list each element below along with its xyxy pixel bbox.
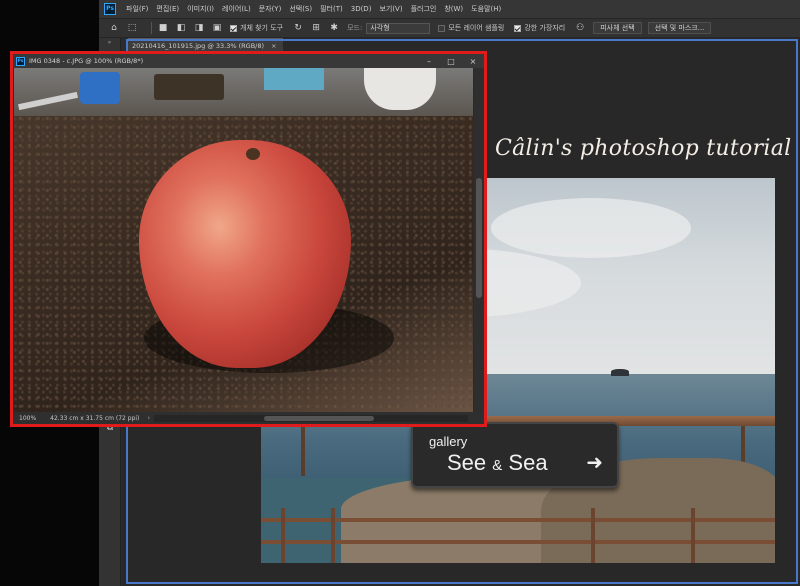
horizontal-scrollbar[interactable] xyxy=(154,414,468,422)
screen: Ps 파일(F) 편집(E) 이미지(I) 레이어(L) 문자(Y) 선택(S)… xyxy=(0,0,800,586)
checkbox-unchecked-icon xyxy=(438,24,446,32)
menu-layer[interactable]: 레이어(L) xyxy=(222,4,251,14)
dark-object xyxy=(154,74,224,100)
object-selection-tool-icon[interactable]: ⬚ xyxy=(127,23,137,33)
apple-stem xyxy=(246,148,260,160)
document-info: 42.33 cm x 31.75 cm (72 ppi) xyxy=(50,414,140,422)
floating-document-window[interactable]: Ps IMG 0348 - c.JPG @ 100% (RGB/8*) – □ … xyxy=(10,51,487,427)
photoshop-logo-icon: Ps xyxy=(104,3,116,15)
new-selection-icon[interactable]: ■ xyxy=(158,23,168,33)
refresh-icon[interactable]: ↻ xyxy=(293,23,303,33)
subject-icon[interactable]: ⚇ xyxy=(575,23,585,33)
fence-post xyxy=(331,508,335,563)
menu-bar: Ps 파일(F) 편집(E) 이미지(I) 레이어(L) 문자(Y) 선택(S)… xyxy=(99,0,800,18)
menu-filter[interactable]: 필터(T) xyxy=(320,4,343,14)
sign-gallery-text: gallery xyxy=(429,434,468,449)
hard-edge-label: 강한 가장자리 xyxy=(524,24,566,32)
tutorial-title: Câlin's photoshop tutorial xyxy=(495,136,792,161)
fence-post xyxy=(281,508,285,563)
menu-window[interactable]: 창(W) xyxy=(444,4,463,14)
document-tab-bar: 20210416_101915.jpg @ 33.3% (RGB/8) × xyxy=(128,38,800,52)
mode-select[interactable]: 사각형 xyxy=(366,22,431,34)
mode-label: 모드: xyxy=(347,24,363,32)
sign-main-text: See & Sea xyxy=(447,450,548,476)
blue-clip xyxy=(80,72,120,104)
object-finder-checkbox[interactable]: 개체 찾기 도구 xyxy=(230,23,283,33)
select-and-mask-button[interactable]: 선택 및 마스크... xyxy=(647,22,712,34)
fence-post xyxy=(691,508,695,563)
menu-image[interactable]: 이미지(I) xyxy=(187,4,214,14)
sample-all-layers-checkbox[interactable]: 모든 레이어 샘플링 xyxy=(438,23,504,33)
menu-type[interactable]: 문자(Y) xyxy=(259,4,282,14)
cyan-box xyxy=(264,68,324,90)
sign-see: See xyxy=(447,450,487,475)
intersect-selection-icon[interactable]: ▣ xyxy=(212,23,222,33)
show-objects-icon[interactable]: ⊞ xyxy=(311,23,321,33)
sign-sea: Sea xyxy=(508,450,548,475)
chevron-right-icon[interactable]: › xyxy=(147,414,150,422)
photoshop-logo-icon: Ps xyxy=(16,56,25,66)
apple xyxy=(139,140,351,368)
fence-rail xyxy=(261,540,775,544)
cloud xyxy=(491,198,691,258)
floating-window-title: IMG 0348 - c.JPG @ 100% (RGB/8*) xyxy=(29,57,144,65)
railing-post xyxy=(301,426,305,476)
checkbox-checked-icon xyxy=(230,24,237,32)
menu-file[interactable]: 파일(F) xyxy=(126,4,148,14)
floating-window-statusbar: 100% 42.33 cm x 31.75 cm (72 ppi) › xyxy=(13,412,484,424)
horizontal-scroll-thumb[interactable] xyxy=(264,415,375,421)
options-bar: ⌂ ⬚ ■ ◧ ◨ ▣ 개체 찾기 도구 ↻ ⊞ ✱ 모드: 사각형 모든 레이… xyxy=(99,18,800,38)
gear-icon[interactable]: ✱ xyxy=(329,23,339,33)
floating-window-titlebar[interactable]: Ps IMG 0348 - c.JPG @ 100% (RGB/8*) – □ … xyxy=(13,54,484,68)
gallery-sign: gallery See & Sea ➜ xyxy=(411,422,619,488)
hard-edge-checkbox[interactable]: 강한 가장자리 xyxy=(514,23,565,33)
apple-photo-canvas[interactable] xyxy=(14,68,473,412)
close-icon[interactable]: × xyxy=(462,57,484,66)
menu-view[interactable]: 보기(V) xyxy=(379,4,402,14)
zoom-level[interactable]: 100% xyxy=(19,415,36,422)
object-finder-label: 개체 찾기 도구 xyxy=(240,24,284,32)
sign-amp: & xyxy=(492,457,503,474)
subtract-selection-icon[interactable]: ◨ xyxy=(194,23,204,33)
menu-plugins[interactable]: 플러그인 xyxy=(411,4,437,14)
checkbox-checked-icon xyxy=(514,24,522,32)
collapse-toolbar-button[interactable]: » xyxy=(99,39,120,46)
home-icon[interactable]: ⌂ xyxy=(109,23,119,33)
close-tab-icon[interactable]: × xyxy=(271,42,276,50)
vertical-scroll-thumb[interactable] xyxy=(476,178,482,298)
fence-post xyxy=(591,508,595,563)
minimize-icon[interactable]: – xyxy=(418,57,440,66)
vertical-scrollbar[interactable] xyxy=(474,68,484,412)
add-to-selection-icon[interactable]: ◧ xyxy=(176,23,186,33)
document-tab[interactable]: 20210416_101915.jpg @ 33.3% (RGB/8) × xyxy=(128,38,283,52)
maximize-icon[interactable]: □ xyxy=(440,57,462,66)
menu-edit[interactable]: 편집(E) xyxy=(156,4,179,14)
islet xyxy=(611,369,629,376)
menu-select[interactable]: 선택(S) xyxy=(289,4,312,14)
select-subject-button[interactable]: 피사체 선택 xyxy=(593,22,642,34)
sample-all-layers-label: 모든 레이어 샘플링 xyxy=(448,24,505,32)
fence-rail xyxy=(261,518,775,522)
document-tab-label: 20210416_101915.jpg @ 33.3% (RGB/8) xyxy=(132,42,265,50)
divider xyxy=(151,22,152,34)
arrow-right-icon: ➜ xyxy=(586,450,603,474)
menu-3d[interactable]: 3D(D) xyxy=(351,5,372,13)
menu-help[interactable]: 도움말(H) xyxy=(471,4,501,14)
